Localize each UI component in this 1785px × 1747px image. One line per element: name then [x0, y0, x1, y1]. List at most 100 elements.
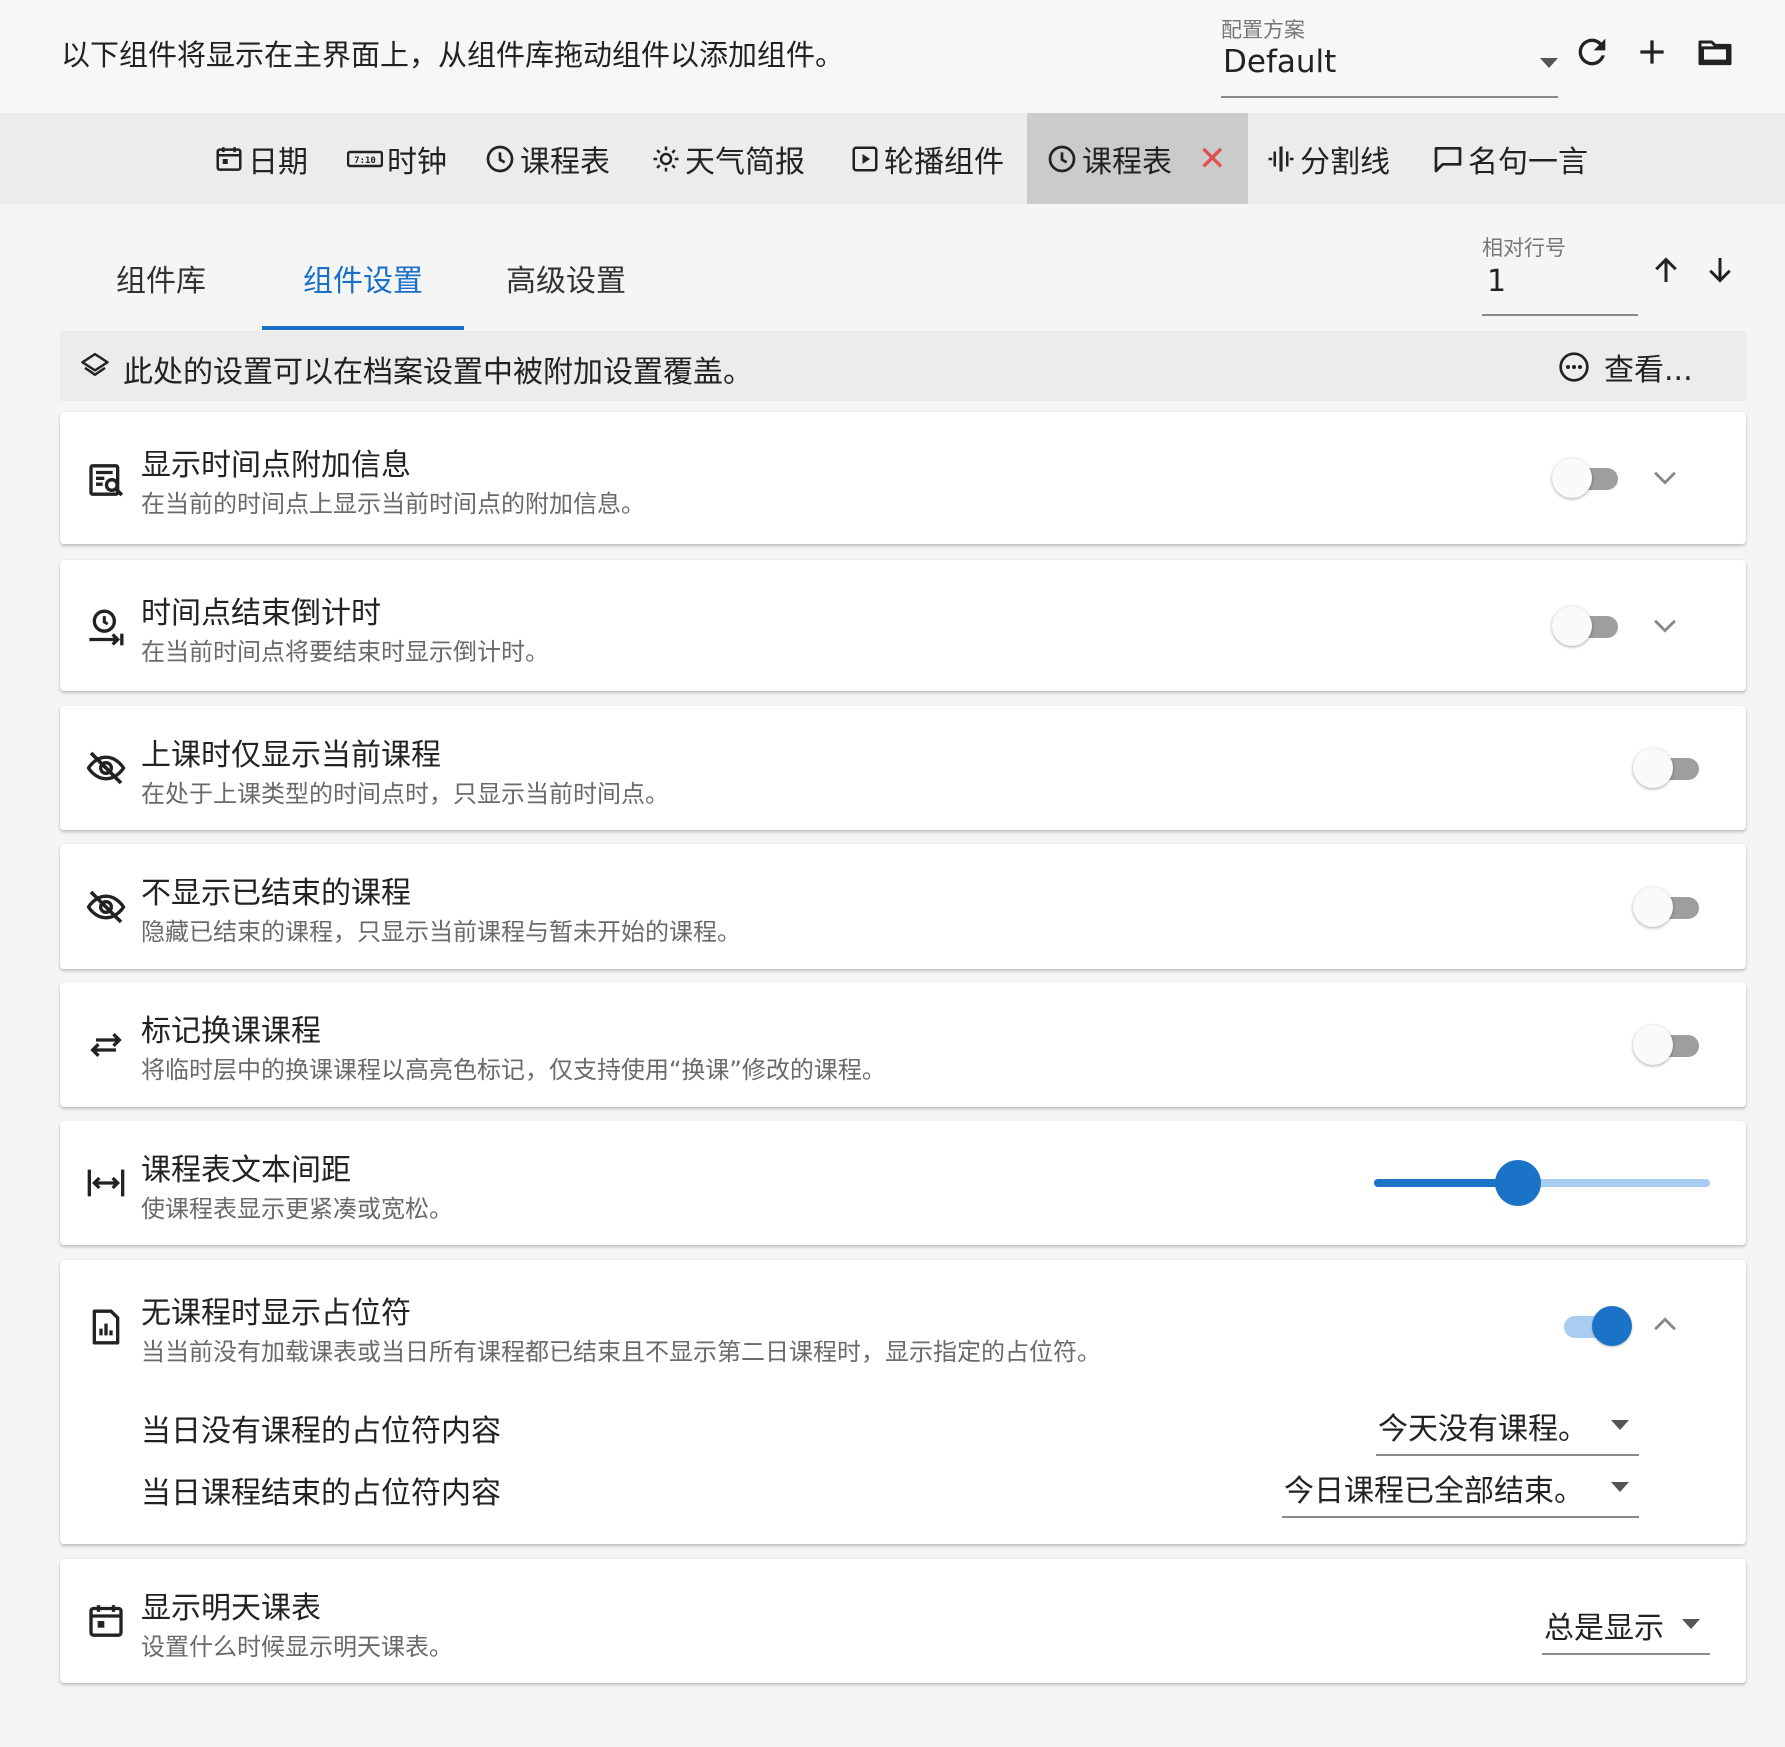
- setting-toggle[interactable]: [1633, 1025, 1703, 1065]
- refresh-icon[interactable]: [1572, 32, 1612, 72]
- view-button[interactable]: 查看...: [1558, 345, 1693, 389]
- chip-label: 分割线: [1300, 144, 1390, 180]
- show-tomorrow-select[interactable]: 总是显示: [1542, 1595, 1710, 1655]
- dropdown-value: 今天没有课程。: [1378, 1412, 1588, 1447]
- no-class-placeholder-label: 当日没有课程的占位符内容: [141, 1414, 501, 1449]
- more-circle-icon: [1558, 351, 1590, 383]
- setting-toggle[interactable]: [1633, 887, 1703, 927]
- component-chip-schedule-selected[interactable]: 课程表 ✕: [1027, 113, 1248, 204]
- setting-card-text-spacing: 课程表文本间距 使课程表显示更紧凑或宽松。: [60, 1121, 1746, 1245]
- setting-title: 标记换课课程: [141, 1014, 321, 1049]
- profile-label: 配置方案: [1221, 18, 1305, 42]
- layers-icon: [80, 351, 110, 381]
- add-icon[interactable]: [1632, 32, 1672, 72]
- setting-card-mark-swapped: 标记换课课程 将临时层中的换课课程以高亮色标记，仅支持使用“换课”修改的课程。: [60, 982, 1746, 1107]
- top-bar: 以下组件将显示在主界面上，从组件库拖动组件以添加组件。 配置方案 Default: [0, 0, 1785, 113]
- setting-card-show-tomorrow: 显示明天课表 设置什么时候显示明天课表。 总是显示: [60, 1559, 1746, 1683]
- clock-icon: [484, 143, 516, 175]
- no-class-placeholder-select[interactable]: 今天没有课程。: [1376, 1396, 1639, 1456]
- setting-title: 显示时间点附加信息: [141, 448, 411, 483]
- chip-label: 时钟: [387, 144, 447, 180]
- component-strip: 日期 7:10 时钟 课程表 天气简报 轮播组件 课程表 ✕ 分割线 名句一言: [0, 113, 1785, 204]
- setting-title: 课程表文本间距: [141, 1153, 351, 1188]
- component-chip-weather[interactable]: 天气简报: [651, 113, 805, 204]
- component-chip-clock[interactable]: 7:10 时钟: [347, 113, 447, 204]
- setting-title: 上课时仅显示当前课程: [141, 738, 441, 773]
- arrow-up-icon[interactable]: [1648, 252, 1684, 288]
- row-number-field[interactable]: 相对行号 1: [1482, 230, 1638, 316]
- swap-icon: [86, 1025, 126, 1065]
- chevron-down-icon[interactable]: [1648, 460, 1682, 494]
- slider-thumb[interactable]: [1495, 1160, 1542, 1206]
- digital-clock-icon: 7:10: [347, 148, 383, 170]
- classes-ended-placeholder-label: 当日课程结束的占位符内容: [141, 1476, 501, 1511]
- setting-description: 隐藏已结束的课程，只显示当前课程与暂未开始的课程。: [141, 918, 741, 946]
- setting-toggle[interactable]: [1633, 748, 1703, 788]
- setting-title: 不显示已结束的课程: [141, 876, 411, 911]
- setting-description: 设置什么时候显示明天课表。: [141, 1633, 453, 1661]
- row-number-label: 相对行号: [1482, 236, 1566, 260]
- setting-toggle[interactable]: [1560, 1306, 1632, 1346]
- dropdown-value: 总是显示: [1544, 1611, 1664, 1646]
- override-info-text: 此处的设置可以在档案设置中被附加设置覆盖。: [123, 355, 753, 390]
- comment-icon: [1432, 143, 1464, 175]
- chart-doc-icon: [86, 1307, 126, 1347]
- chevron-down-icon[interactable]: [1648, 608, 1682, 642]
- hint-text: 以下组件将显示在主界面上，从组件库拖动组件以添加组件。: [61, 38, 845, 72]
- spacing-icon: [86, 1163, 126, 1203]
- setting-card-placeholder: 无课程时显示占位符 当当前没有加载课表或当日所有课程都已结束且不显示第二日课程时…: [60, 1260, 1746, 1544]
- setting-title: 无课程时显示占位符: [141, 1296, 411, 1331]
- sun-icon: [651, 144, 681, 174]
- setting-card-only-current-class: 上课时仅显示当前课程 在处于上课类型的时间点时，只显示当前时间点。: [60, 706, 1746, 830]
- folder-open-icon[interactable]: [1695, 32, 1735, 72]
- caret-down-icon: [1540, 58, 1558, 68]
- timer-end-icon: [86, 607, 126, 647]
- tab-component-settings[interactable]: 组件设置: [262, 236, 464, 330]
- chip-label: 课程表: [1082, 144, 1172, 180]
- component-chip-date[interactable]: 日期: [214, 113, 308, 204]
- play-box-icon: [850, 144, 880, 174]
- tab-library[interactable]: 组件库: [86, 236, 236, 330]
- arrow-down-icon[interactable]: [1702, 252, 1738, 288]
- setting-description: 在当前的时间点上显示当前时间点的附加信息。: [141, 490, 645, 518]
- separator-icon: [1266, 143, 1296, 175]
- calendar-icon: [214, 144, 244, 174]
- view-button-label: 查看...: [1604, 353, 1693, 388]
- setting-description: 在处于上课类型的时间点时，只显示当前时间点。: [141, 780, 669, 808]
- dropdown-value: 今日课程已全部结束。: [1284, 1474, 1584, 1509]
- setting-title: 显示明天课表: [141, 1591, 321, 1626]
- chip-label: 轮播组件: [884, 144, 1004, 180]
- chip-label: 日期: [248, 144, 308, 180]
- tab-advanced-settings[interactable]: 高级设置: [486, 236, 646, 330]
- classes-ended-placeholder-select[interactable]: 今日课程已全部结束。: [1282, 1458, 1639, 1518]
- component-chip-separator[interactable]: 分割线: [1266, 113, 1390, 204]
- setting-description: 使课程表显示更紧凑或宽松。: [141, 1195, 453, 1223]
- svg-text:7:10: 7:10: [354, 156, 376, 166]
- eye-off-icon: [86, 887, 126, 927]
- caret-down-icon: [1611, 1420, 1629, 1430]
- override-info-bar: 此处的设置可以在档案设置中被附加设置覆盖。 查看...: [60, 331, 1746, 401]
- calendar-icon: [86, 1601, 126, 1641]
- profile-value: Default: [1223, 44, 1337, 80]
- clock-icon: [1046, 143, 1078, 175]
- setting-title: 时间点结束倒计时: [141, 596, 381, 631]
- chip-label: 名句一言: [1468, 144, 1588, 180]
- setting-toggle[interactable]: [1552, 606, 1622, 646]
- row-number-value: 1: [1487, 264, 1507, 299]
- setting-description: 将临时层中的换课课程以高亮色标记，仅支持使用“换课”修改的课程。: [141, 1056, 886, 1084]
- chip-label: 天气简报: [685, 144, 805, 180]
- setting-card-end-countdown: 时间点结束倒计时 在当前时间点将要结束时显示倒计时。: [60, 560, 1746, 691]
- text-search-icon: [86, 460, 126, 500]
- caret-down-icon: [1682, 1619, 1700, 1629]
- component-chip-quote[interactable]: 名句一言: [1432, 113, 1588, 204]
- chevron-up-icon[interactable]: [1648, 1308, 1682, 1342]
- remove-component-icon[interactable]: ✕: [1198, 139, 1227, 179]
- setting-card-time-point-info: 显示时间点附加信息 在当前的时间点上显示当前时间点的附加信息。: [60, 412, 1746, 544]
- component-chip-schedule[interactable]: 课程表: [484, 113, 610, 204]
- setting-toggle[interactable]: [1552, 458, 1622, 498]
- caret-down-icon: [1611, 1482, 1629, 1492]
- profile-select[interactable]: 配置方案 Default: [1221, 14, 1558, 98]
- component-chip-carousel[interactable]: 轮播组件: [850, 113, 1004, 204]
- setting-card-hide-finished: 不显示已结束的课程 隐藏已结束的课程，只显示当前课程与暂未开始的课程。: [60, 844, 1746, 969]
- setting-description: 在当前时间点将要结束时显示倒计时。: [141, 638, 549, 666]
